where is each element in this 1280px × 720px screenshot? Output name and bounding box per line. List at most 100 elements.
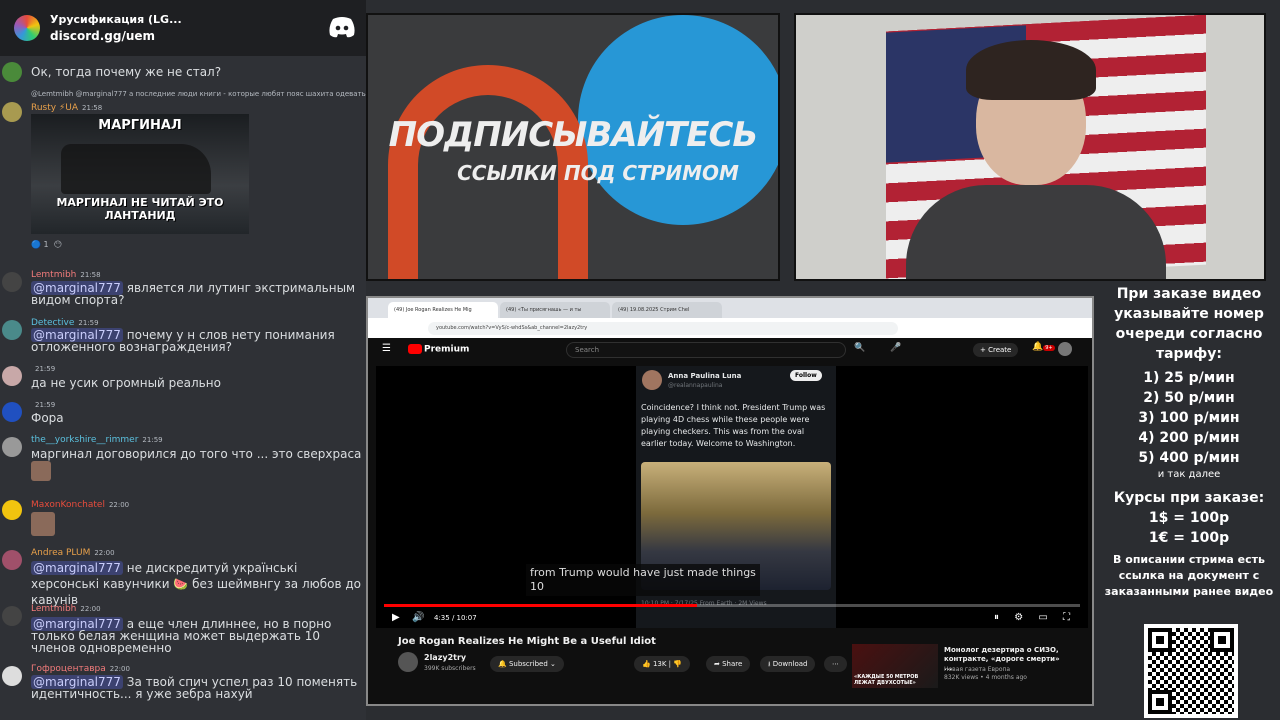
avatar [2, 437, 22, 457]
username[interactable]: Andrea PLUM 22:00 [31, 548, 115, 558]
tweet-text: Coincidence? I think not. President Trum… [641, 403, 826, 448]
reaction[interactable]: 🔵 1 😶 [31, 240, 62, 249]
player-controls: ▶ 🔊 4:35 / 10:07 ⏸ ⚙ ▭ ⛶ [384, 610, 1080, 626]
order-intro: При заказе видео указывайте номер очеред… [1114, 286, 1264, 362]
meme-image[interactable]: МАРГИНАЛ МАРГИНАЛ НЕ ЧИТАЙ ЭТО ЛАНТАНИД [31, 114, 249, 234]
recommended-thumbnail[interactable]: «КАЖДЫЕ 50 МЕТРОВ ЛЕЖАТ ДВУХСОТЫЕ» [852, 644, 938, 688]
tariff-item: 4) 200 р/мин [1138, 430, 1240, 446]
subtitle-caption: from Trump would have just made things 1… [526, 564, 760, 596]
bell-icon[interactable]: 🔔 9+ [1032, 342, 1055, 352]
like-button[interactable]: 👍 13K | 👎 [634, 656, 690, 672]
browser-tab[interactable]: (49) «Ты присягнашь — и ты [500, 302, 610, 318]
meme-bottom-text: МАРГИНАЛ НЕ ЧИТАЙ ЭТО ЛАНТАНИД [56, 196, 224, 222]
tariff-item: 5) 400 р/мин [1138, 450, 1240, 466]
username[interactable]: Гофроцентавра 22:00 [31, 664, 130, 674]
url-field[interactable]: youtube.com/watch?v=VyS/c-whdSs&ab_chann… [428, 321, 898, 335]
avatar[interactable] [1058, 342, 1072, 356]
qr-finder [1210, 628, 1234, 652]
qr-finder [1148, 690, 1172, 714]
banner-headline: ПОДПИСЫВАЙТЕСЬ [388, 115, 759, 155]
search-icon[interactable]: 🔍 [854, 343, 865, 353]
tariff-item: 1) 25 р/мин [1143, 370, 1235, 386]
username[interactable]: Rusty ⚡UA 21:58 [31, 103, 102, 113]
avatar [2, 366, 22, 386]
meme-top-text: МАРГИНАЛ [98, 118, 182, 133]
browser-window: (49) Joe Rogan Realizes He Mig (49) «Ты … [366, 296, 1094, 706]
discord-icon [329, 17, 355, 38]
microphone-icon[interactable]: 🎤 [890, 343, 901, 353]
username[interactable]: 21:59 [31, 400, 55, 410]
message-text: Ок, тогда почему же не стал? [31, 65, 222, 79]
tariff-item: 3) 100 р/мин [1138, 410, 1240, 426]
tariff-etc: и так далее [1157, 469, 1221, 480]
username[interactable]: 21:59 [31, 364, 55, 374]
banner-subline: ССЫЛКИ ПОД СТРИМОМ [457, 161, 739, 185]
youtube-header: ☰ Premium Search 🔍 🎤 + Create 🔔 9+ [368, 338, 1092, 362]
streamer-body [906, 185, 1166, 279]
search-input[interactable]: Search [566, 342, 846, 358]
qr-finder [1148, 628, 1172, 652]
avatar [2, 320, 22, 340]
username[interactable]: Detective 21:59 [31, 318, 99, 328]
time-display: 4:35 / 10:07 [434, 614, 477, 622]
server-icon [14, 15, 40, 41]
rate-item: 1$ = 100р [1148, 510, 1230, 526]
avatar [2, 666, 22, 686]
progress-bar[interactable] [384, 604, 1080, 607]
discord-chat-panel: Урусификация (LG... discord.gg/uem Ок, т… [0, 0, 366, 720]
rates-title: Курсы при заказе: [1113, 490, 1265, 506]
share-button[interactable]: ➦ Share [706, 656, 751, 672]
message-text: да не усик огромный реально [31, 376, 221, 390]
tariff-item: 2) 50 р/мин [1143, 390, 1235, 406]
youtube-page: ☰ Premium Search 🔍 🎤 + Create 🔔 9+ Anna P… [368, 338, 1092, 704]
reply-preview[interactable]: @Lemtmibh @marginal777 а последние люди … [31, 90, 366, 98]
channel-name[interactable]: 2lazy2try [424, 653, 466, 662]
avatar [2, 606, 22, 626]
message-text: маргинал договорился до того что ... это… [31, 447, 362, 461]
streamer-hair [966, 40, 1096, 100]
tweet-handle: @realannapaulina [668, 382, 723, 389]
description-note: В описании стрима есть ссылка на докумен… [1104, 553, 1274, 598]
browser-tab[interactable]: (49) 19.08.2025 Стрим Chel [612, 302, 722, 318]
subscriber-count: 399K subscribers [424, 665, 476, 672]
create-button[interactable]: + Create [973, 343, 1019, 357]
invite-link[interactable]: discord.gg/uem [50, 29, 182, 43]
emoji-sticker [31, 512, 55, 536]
avatar [2, 402, 22, 422]
emoji-sticker [31, 461, 51, 481]
order-info-panel: При заказе видео указывайте номер очеред… [1098, 284, 1280, 600]
qr-code [1144, 624, 1238, 718]
chat-header: Урусификация (LG... discord.gg/uem [0, 0, 366, 56]
username[interactable]: MaxonKonchatel 22:00 [31, 500, 129, 510]
browser-tab[interactable]: (49) Joe Rogan Realizes He Mig [388, 302, 498, 318]
username[interactable]: the__yorkshire__rimmer 21:59 [31, 435, 163, 445]
video-player[interactable]: Anna Paulina Luna @realannapaulina Follo… [376, 366, 1088, 628]
volume-icon[interactable]: 🔊 [412, 612, 424, 623]
youtube-logo[interactable]: Premium [408, 344, 469, 355]
avatar [2, 102, 22, 122]
progress-fill [384, 604, 698, 607]
rate-item: 1€ = 100р [1148, 530, 1230, 546]
message-text: Фора [31, 411, 64, 425]
play-icon[interactable]: ▶ [392, 612, 400, 623]
settings-icon[interactable]: ⏸ ⚙ ▭ ⛶ [994, 612, 1076, 623]
server-name: Урусификация (LG... [50, 13, 182, 26]
menu-icon[interactable]: ☰ [382, 343, 391, 354]
car-figure [61, 144, 211, 194]
download-button[interactable]: ⭳ Download [760, 656, 816, 672]
avatar [2, 272, 22, 292]
username[interactable]: Lemtmibh 21:58 [31, 270, 101, 280]
recommended-meta: Новая газета Европа 832K views • 4 months… [944, 666, 1027, 681]
subscribe-banner: ПОДПИСЫВАЙТЕСЬ ССЫЛКИ ПОД СТРИМОМ [366, 13, 780, 281]
follow-button: Follow [790, 370, 822, 381]
avatar [642, 370, 662, 390]
webcam-feed [794, 13, 1266, 281]
tweet-author: Anna Paulina Luna [668, 372, 742, 380]
address-bar: youtube.com/watch?v=VyS/c-whdSs&ab_chann… [368, 318, 1092, 338]
more-icon[interactable]: ⋯ [824, 656, 847, 672]
subscribed-button[interactable]: 🔔 Subscribed ⌄ [490, 656, 564, 672]
user-mention[interactable]: @marginal777 [31, 561, 123, 575]
avatar [2, 500, 22, 520]
avatar[interactable] [398, 652, 418, 672]
username[interactable]: Lemtmibh 22:00 [31, 604, 101, 614]
